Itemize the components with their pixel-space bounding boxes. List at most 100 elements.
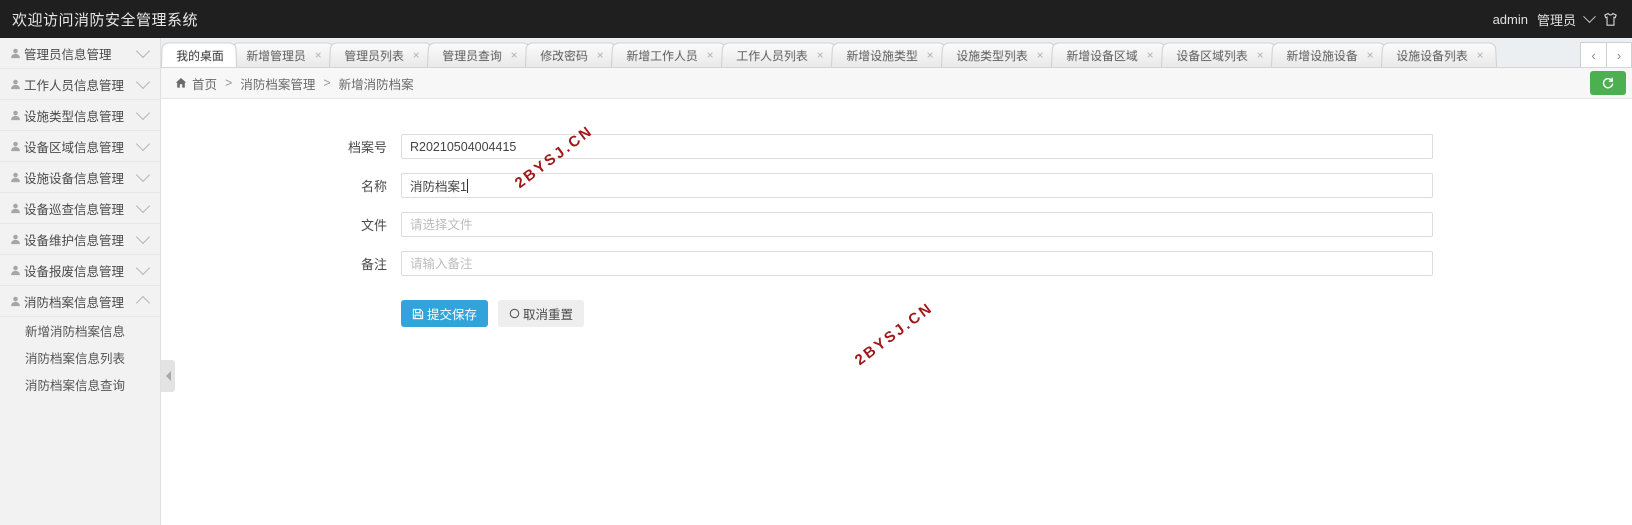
chevron-down-icon: [135, 105, 151, 121]
chevron-down-icon: [135, 260, 151, 276]
tab-label: 工作人员列表: [736, 48, 809, 63]
form-row-file: 文件: [161, 212, 1632, 237]
fire-archive-form: 档案号 名称 消防档案1 文件 备注: [161, 99, 1632, 327]
close-icon[interactable]: ×: [707, 48, 714, 62]
tab-list: 我的桌面 新增管理员 × 管理员列表 × 管理员查询 × 修改密码 × 新增工作…: [161, 38, 1580, 67]
sidebar-subitem-fire-archive-list[interactable]: 消防档案信息列表: [0, 344, 160, 371]
top-header: 欢迎访问消防安全管理系统 admin 管理员: [0, 0, 1632, 38]
tab-label: 新增设备区域: [1066, 48, 1139, 63]
breadcrumb-separator: >: [323, 76, 331, 90]
tab-facility-equipment-list[interactable]: 设施设备列表 ×: [1381, 42, 1498, 67]
form-row-archive-no: 档案号: [161, 134, 1632, 159]
cancel-reset-button[interactable]: 取消重置: [498, 300, 585, 327]
breadcrumb-level2[interactable]: 消防档案管理: [240, 74, 315, 93]
file-input[interactable]: [401, 212, 1433, 237]
chevron-down-icon[interactable]: [1583, 9, 1596, 23]
app-root: 欢迎访问消防安全管理系统 admin 管理员 管理员信息管理 工作人员信息管理 …: [0, 0, 1632, 525]
tab-scroll-next-button[interactable]: ›: [1606, 42, 1632, 67]
content-area: 首页 > 消防档案管理 > 新增消防档案 档案号 名称 消防档案1: [161, 68, 1632, 525]
refresh-button[interactable]: [1590, 71, 1626, 95]
close-icon[interactable]: ×: [1477, 48, 1484, 62]
shirt-icon[interactable]: [1603, 12, 1618, 27]
user-icon: [9, 110, 22, 121]
sidebar-item-admin-info[interactable]: 管理员信息管理: [0, 38, 160, 69]
sidebar-collapse-handle[interactable]: [161, 360, 175, 392]
chevron-down-icon: [135, 74, 151, 90]
sidebar-item-inspection-info[interactable]: 设备巡查信息管理: [0, 193, 160, 224]
close-icon[interactable]: ×: [1037, 48, 1044, 62]
chevron-down-icon: [135, 43, 151, 59]
tab-add-equipment-area[interactable]: 新增设备区域 ×: [1051, 42, 1168, 67]
close-icon[interactable]: ×: [597, 48, 604, 62]
breadcrumb-current: 新增消防档案: [338, 77, 414, 92]
chevron-down-icon: [135, 198, 151, 214]
tab-staff-list[interactable]: 工作人员列表 ×: [721, 42, 838, 67]
circle-icon: [509, 308, 520, 319]
form-row-remark: 备注: [161, 251, 1632, 276]
tab-scroll-prev-button[interactable]: ‹: [1580, 42, 1606, 67]
tab-add-facility-equipment[interactable]: 新增设施设备 ×: [1271, 42, 1388, 67]
breadcrumb: 首页 > 消防档案管理 > 新增消防档案: [161, 68, 1632, 99]
sidebar-item-maintenance-info[interactable]: 设备维护信息管理: [0, 224, 160, 255]
tab-label: 修改密码: [540, 48, 589, 63]
cancel-reset-label: 取消重置: [523, 308, 574, 322]
form-actions: 提交保存 取消重置: [161, 300, 1632, 327]
tab-add-facility-type[interactable]: 新增设施类型 ×: [831, 42, 948, 67]
tab-equipment-area-list[interactable]: 设备区域列表 ×: [1161, 42, 1278, 67]
close-icon[interactable]: ×: [817, 48, 824, 62]
close-icon[interactable]: ×: [413, 48, 420, 62]
archive-no-input[interactable]: [401, 134, 1433, 159]
user-role-label: 管理员: [1536, 12, 1576, 28]
chevron-down-icon: [135, 167, 151, 183]
form-row-name: 名称 消防档案1: [161, 173, 1632, 198]
remark-input[interactable]: [401, 251, 1433, 276]
submit-save-button[interactable]: 提交保存: [401, 300, 489, 327]
home-icon: [175, 77, 187, 89]
close-icon[interactable]: ×: [1367, 48, 1374, 62]
tab-admin-query[interactable]: 管理员查询 ×: [427, 42, 532, 67]
close-icon[interactable]: ×: [1147, 48, 1154, 62]
sidebar-item-label: 设备巡查信息管理: [24, 202, 125, 217]
sidebar-item-staff-info[interactable]: 工作人员信息管理: [0, 69, 160, 100]
sidebar-item-label: 设备区域信息管理: [24, 140, 125, 155]
name-input[interactable]: 消防档案1: [401, 173, 1433, 198]
tab-add-admin[interactable]: 新增管理员 ×: [231, 42, 336, 67]
sidebar-item-label: 工作人员信息管理: [24, 78, 125, 93]
user-icon: [9, 172, 22, 183]
sidebar-submenu: 新增消防档案信息 消防档案信息列表 消防档案信息查询: [0, 317, 160, 398]
tab-facility-type-list[interactable]: 设施类型列表 ×: [941, 42, 1058, 67]
tab-nav-controls: ‹ ›: [1580, 38, 1632, 67]
header-user-area[interactable]: admin 管理员: [1492, 9, 1632, 29]
user-icon: [9, 79, 22, 90]
sidebar-item-fire-archive-info[interactable]: 消防档案信息管理: [0, 286, 160, 317]
tab-label: 设备区域列表: [1176, 48, 1249, 63]
tab-add-staff[interactable]: 新增工作人员 ×: [611, 42, 728, 67]
sidebar-subitem-add-fire-archive[interactable]: 新增消防档案信息: [0, 317, 160, 344]
tab-bar: 我的桌面 新增管理员 × 管理员列表 × 管理员查询 × 修改密码 × 新增工作…: [161, 38, 1632, 68]
close-icon[interactable]: ×: [1257, 48, 1264, 62]
close-icon[interactable]: ×: [927, 48, 934, 62]
tab-admin-list[interactable]: 管理员列表 ×: [329, 42, 434, 67]
sidebar-item-equipment-area-info[interactable]: 设备区域信息管理: [0, 131, 160, 162]
breadcrumb-home[interactable]: 首页: [192, 74, 217, 93]
sidebar-item-label: 设备维护信息管理: [24, 233, 125, 248]
username-label: admin: [1492, 11, 1528, 27]
tab-label: 我的桌面: [176, 48, 224, 63]
sidebar-item-label: 消防档案信息管理: [24, 295, 125, 310]
sidebar-subitem-fire-archive-query[interactable]: 消防档案信息查询: [0, 371, 160, 398]
tab-change-password[interactable]: 修改密码 ×: [525, 42, 618, 67]
close-icon[interactable]: ×: [511, 48, 518, 62]
sidebar-item-label: 设备报废信息管理: [24, 264, 125, 279]
text-caret: [466, 178, 468, 193]
sidebar-item-label: 管理员信息管理: [24, 47, 112, 62]
user-icon: [9, 234, 22, 245]
sidebar-item-facility-equipment-info[interactable]: 设施设备信息管理: [0, 162, 160, 193]
submit-save-label: 提交保存: [427, 308, 478, 322]
breadcrumb-separator: >: [225, 76, 233, 90]
tab-my-desktop[interactable]: 我的桌面: [161, 42, 238, 67]
sidebar-item-scrap-info[interactable]: 设备报废信息管理: [0, 255, 160, 286]
user-icon: [9, 48, 22, 59]
label-name: 名称: [360, 179, 387, 194]
close-icon[interactable]: ×: [315, 48, 322, 62]
sidebar-item-facility-type-info[interactable]: 设施类型信息管理: [0, 100, 160, 131]
